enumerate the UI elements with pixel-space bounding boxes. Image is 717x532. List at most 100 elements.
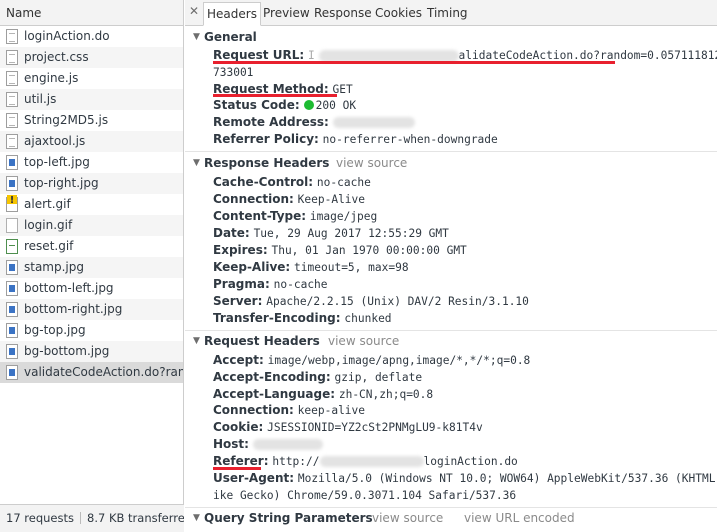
warning-gif-icon: [6, 195, 18, 212]
request-list-item[interactable]: bg-bottom.jpg: [0, 341, 183, 362]
image-file-icon: [6, 344, 18, 359]
request-name: validateCodeAction.do?ran...: [24, 365, 183, 379]
header-value: timeout=5, max=98: [294, 261, 409, 274]
section-title: Response Headers: [204, 156, 330, 170]
accept-row: Accept: image/webp,image/apng,image/*,*/…: [213, 352, 530, 369]
general-section-header[interactable]: ▼ General: [185, 29, 717, 46]
request-list-item[interactable]: stamp.jpg: [0, 257, 183, 278]
js-file-icon: [6, 71, 18, 86]
redacted-text: [252, 439, 323, 450]
header-value: JSESSIONID=YZ2cSt2PNMgLU9-k81T4v: [267, 421, 483, 434]
request-list-panel: Name loginAction.do project.css engine.js u…: [0, 0, 184, 532]
request-list-item[interactable]: validateCodeAction.do?ran...: [0, 362, 183, 383]
request-list-item[interactable]: alert.gif: [0, 194, 183, 215]
section-divider: [185, 330, 717, 331]
request-list-item[interactable]: top-left.jpg: [0, 152, 183, 173]
image-file-icon: [6, 302, 18, 317]
request-name: alert.gif: [24, 197, 71, 211]
header-key: Pragma:: [213, 277, 270, 291]
accept-encoding-row: Accept-Encoding: gzip, deflate: [213, 369, 422, 386]
cookie-row: Cookie: JSESSIONID=YZ2cSt2PNMgLU9-k81T4v: [213, 419, 483, 436]
status-code-row: Status Code: 200 OK: [213, 97, 356, 114]
status-code-value: 200 OK: [315, 99, 357, 112]
section-divider: [185, 507, 717, 508]
header-key: Transfer-Encoding:: [213, 311, 341, 325]
header-value: http://: [272, 455, 320, 468]
remote-address-row: Remote Address:: [213, 114, 415, 131]
request-list-item[interactable]: String2MD5.js: [0, 110, 183, 131]
header-key: Connection:: [213, 192, 294, 206]
header-key: Accept:: [213, 353, 264, 367]
js-file-icon: [6, 92, 18, 107]
gif-file-icon: [6, 218, 18, 233]
image-file-icon: [6, 365, 18, 380]
request-url-continuation: 733001: [213, 64, 253, 81]
response-header-row: Transfer-Encoding: chunked: [213, 310, 392, 327]
request-list-item[interactable]: top-right.jpg: [0, 173, 183, 194]
user-agent-row-cont: ike Gecko) Chrome/59.0.3071.104 Safari/5…: [213, 487, 516, 504]
referrer-policy-row: Referrer Policy: no-referrer-when-downgr…: [213, 131, 498, 148]
request-list-item[interactable]: reset.gif: [0, 236, 183, 257]
header-key: Date:: [213, 226, 250, 240]
request-name: login.gif: [24, 218, 73, 232]
request-list-item[interactable]: engine.js: [0, 68, 183, 89]
request-list-item[interactable]: loginAction.do: [0, 26, 183, 47]
request-name: stamp.jpg: [24, 260, 84, 274]
close-icon[interactable]: ✕: [189, 5, 200, 17]
response-headers-section-header[interactable]: ▼ Response Headers view source: [185, 155, 717, 172]
request-name: bottom-right.jpg: [24, 302, 123, 316]
request-list-item[interactable]: bg-top.jpg: [0, 320, 183, 341]
header-value: image/jpeg: [309, 210, 378, 223]
request-list-item[interactable]: project.css: [0, 47, 183, 68]
request-url-key: Request URL:: [213, 48, 305, 62]
remote-address-key: Remote Address:: [213, 115, 329, 129]
request-list-item[interactable]: ajaxtool.js: [0, 131, 183, 152]
header-value: Tue, 29 Aug 2017 12:55:29 GMT: [253, 227, 449, 240]
request-list-item[interactable]: login.gif: [0, 215, 183, 236]
tab-response[interactable]: Response: [311, 2, 375, 26]
query-string-section-header[interactable]: ▼ Query String Parameters view source vie…: [185, 510, 717, 527]
request-name: engine.js: [24, 71, 79, 85]
request-name: util.js: [24, 92, 57, 106]
request-name: bg-bottom.jpg: [24, 344, 110, 358]
referrer-policy-value: no-referrer-when-downgrade: [322, 133, 498, 146]
header-key: Cache-Control:: [213, 175, 314, 189]
section-title: General: [204, 30, 257, 44]
header-value: Thu, 01 Jan 1970 00:00:00 GMT: [271, 244, 467, 257]
js-file-icon: [6, 134, 18, 149]
request-url-value-cont: 733001: [213, 66, 254, 79]
tab-preview[interactable]: Preview: [260, 2, 313, 26]
response-header-row: Server: Apache/2.2.15 (Unix) DAV/2 Resin…: [213, 293, 529, 310]
request-list-item[interactable]: util.js: [0, 89, 183, 110]
status-code-key: Status Code:: [213, 98, 300, 112]
image-file-icon: [6, 155, 18, 170]
gif-file-icon: [6, 239, 18, 254]
header-key: Keep-Alive:: [213, 260, 291, 274]
header-key: Host:: [213, 437, 249, 451]
header-value: image/webp,image/apng,image/*,*/*;q=0.8: [267, 354, 531, 367]
view-source-link[interactable]: view source: [372, 510, 443, 527]
header-key: Expires:: [213, 243, 268, 257]
view-source-link[interactable]: view source: [336, 155, 407, 172]
request-list-item[interactable]: bottom-left.jpg: [0, 278, 183, 299]
request-headers-section-header[interactable]: ▼ Request Headers view source: [185, 333, 717, 350]
redacted-text: [318, 49, 459, 62]
request-name: bottom-left.jpg: [24, 281, 114, 295]
image-file-icon: [6, 260, 18, 275]
image-file-icon: [6, 323, 18, 338]
tab-cookies[interactable]: Cookies: [372, 2, 425, 26]
request-name: top-right.jpg: [24, 176, 99, 190]
tab-headers[interactable]: Headers: [203, 2, 261, 26]
highlight-underline: [213, 61, 615, 64]
response-header-row: Keep-Alive: timeout=5, max=98: [213, 259, 409, 276]
header-key: Content-Type:: [213, 209, 307, 223]
tab-timing[interactable]: Timing: [424, 2, 471, 26]
name-column-header[interactable]: Name: [0, 0, 183, 26]
view-url-encoded-link[interactable]: view URL encoded: [464, 510, 575, 527]
request-name: String2MD5.js: [24, 113, 109, 127]
request-list-item[interactable]: bottom-right.jpg: [0, 299, 183, 320]
view-source-link[interactable]: view source: [328, 333, 399, 350]
status-ok-icon: [303, 100, 314, 110]
css-file-icon: [6, 50, 18, 65]
request-name: loginAction.do: [24, 29, 110, 43]
